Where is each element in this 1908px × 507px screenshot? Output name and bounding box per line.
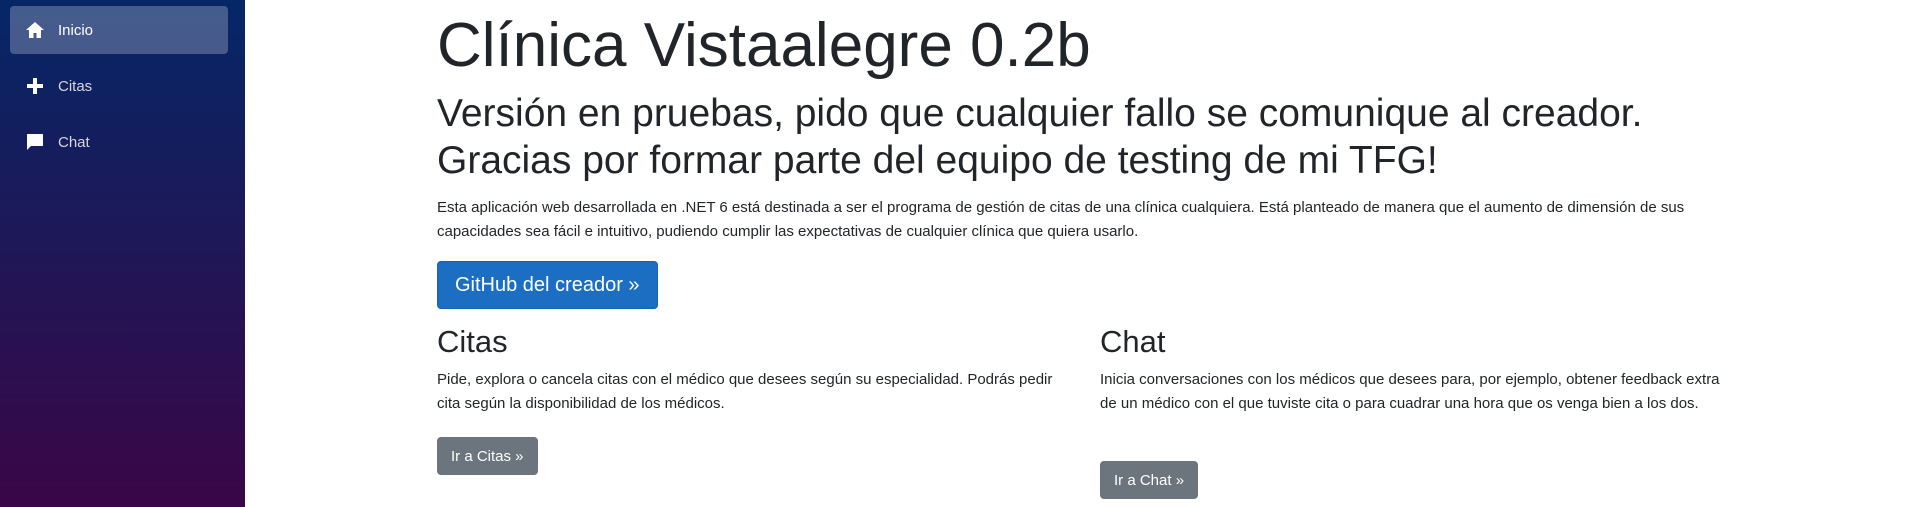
citas-section: Citas Pide, explora o cancela citas con … [437, 322, 1077, 416]
description-text: Esta aplicación web desarrollada en .NET… [437, 199, 1685, 240]
ir-a-chat-button[interactable]: Ir a Chat » [1100, 461, 1199, 499]
chat-heading: Chat [1100, 324, 1166, 359]
github-button[interactable]: GitHub del creador » [437, 261, 658, 309]
citas-heading: Citas [437, 324, 508, 359]
sidebar-item-label: Chat [58, 133, 90, 151]
sidebar-item-label: Citas [58, 77, 93, 95]
ir-a-citas-button[interactable]: Ir a Citas » [437, 437, 538, 475]
lead-text: Versión en pruebas, pido que cualquier f… [437, 92, 1643, 182]
sidebar-item-citas[interactable]: Citas [10, 62, 228, 110]
sidebar-item-chat[interactable]: Chat [10, 118, 228, 166]
sidebar-item-inicio[interactable]: Inicio [10, 6, 228, 54]
home-icon [25, 20, 45, 40]
sidebar-item-label: Inicio [58, 21, 94, 39]
citas-text: Pide, explora o cancela citas con el méd… [437, 371, 1053, 412]
page-title: Clínica Vistaalegre 0.2b [437, 11, 1091, 80]
chat-section: Chat Inicia conversaciones con los médic… [1100, 322, 1740, 416]
plus-icon [25, 76, 45, 96]
sidebar: Inicio Citas Chat [0, 0, 245, 507]
chat-icon [25, 132, 45, 152]
chat-text: Inicia conversaciones con los médicos qu… [1100, 371, 1720, 412]
